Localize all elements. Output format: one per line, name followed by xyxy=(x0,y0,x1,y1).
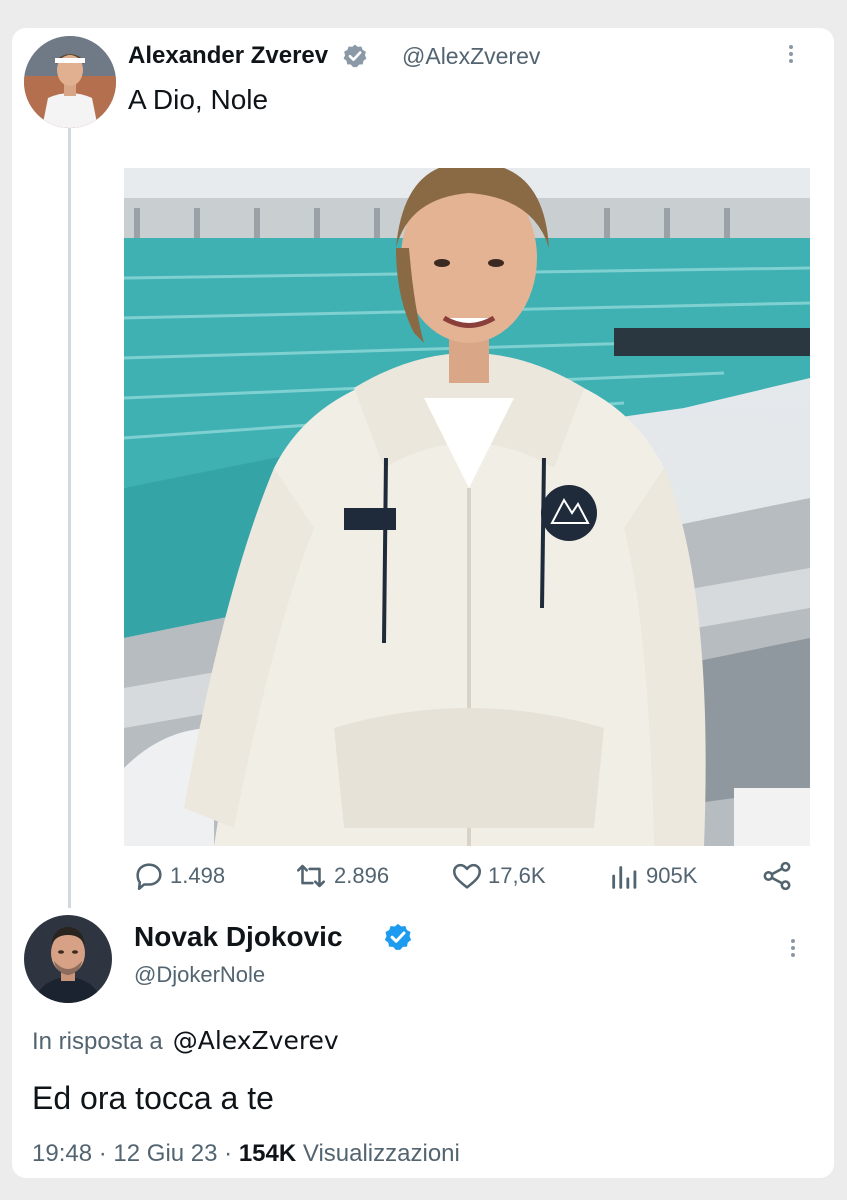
verified-badge-icon xyxy=(343,44,367,68)
reply-author-handle[interactable]: @DjokerNole xyxy=(134,962,265,988)
djokovic-avatar[interactable] xyxy=(24,915,112,1003)
heart-icon xyxy=(452,863,482,889)
zverev-avatar[interactable] xyxy=(24,36,116,128)
views-count: 905K xyxy=(646,863,698,888)
meta-separator: · xyxy=(224,1140,233,1167)
author-name[interactable]: Alexander Zverev xyxy=(128,42,328,70)
reply-to-label: In risposta a xyxy=(32,1028,163,1055)
reply-to-mention[interactable]: @AlexZverev xyxy=(173,1026,339,1055)
more-options-icon[interactable] xyxy=(789,42,793,66)
tweet-thread-card: Alexander Zverev @AlexZverev A Dio, Nole xyxy=(12,28,834,1178)
reply-author-name[interactable]: Novak Djokovic xyxy=(134,921,343,953)
like-count: 17,6K xyxy=(488,863,546,888)
tweet-date[interactable]: 12 Giu 23 xyxy=(113,1140,217,1167)
reply-tweet-text: Ed ora tocca a te xyxy=(32,1080,274,1116)
tweet-media-photo[interactable] xyxy=(124,168,810,846)
share-button[interactable] xyxy=(760,851,798,901)
views-count: 154K xyxy=(238,1140,297,1167)
retweet-count: 2.896 xyxy=(334,863,390,888)
share-icon xyxy=(763,861,791,891)
tweet-text: A Dio, Nole xyxy=(128,84,269,115)
verified-badge-icon xyxy=(384,923,412,950)
reply-icon xyxy=(136,863,162,891)
retweet-icon xyxy=(296,864,326,888)
meta-separator: · xyxy=(98,1140,107,1167)
thread-connector-line xyxy=(68,128,71,908)
author-handle[interactable]: @AlexZverev xyxy=(402,43,540,70)
views-button[interactable]: 905K xyxy=(608,851,697,901)
tweet-time[interactable]: 19:48 xyxy=(32,1140,92,1167)
reply-button[interactable]: 1.498 xyxy=(132,851,225,901)
reply-context: In risposta a @AlexZverev xyxy=(32,1026,339,1056)
tweet-action-bar: 1.498 2.896 17,6K 905K xyxy=(132,851,802,901)
tweet-metadata: 19:48 · 12 Giu 23 · 154K Visualizzazioni xyxy=(32,1140,460,1168)
like-button[interactable]: 17,6K xyxy=(450,851,546,901)
retweet-button[interactable]: 2.896 xyxy=(292,851,389,901)
reply-count: 1.498 xyxy=(170,863,226,888)
views-chart-icon xyxy=(612,866,637,889)
more-options-icon[interactable] xyxy=(791,936,795,960)
views-label: Visualizzazioni xyxy=(302,1140,460,1167)
